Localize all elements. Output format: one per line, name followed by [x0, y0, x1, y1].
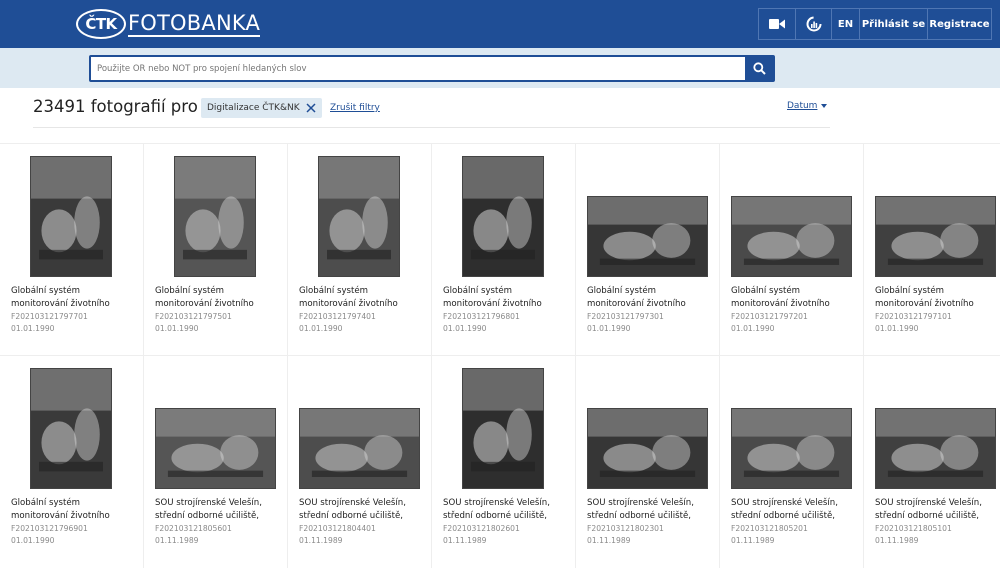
- photo-caption[interactable]: Globální systém monitorování životního: [587, 285, 715, 311]
- photo-thumbnail[interactable]: [174, 156, 256, 277]
- photo-date: 01.11.1989: [875, 536, 919, 545]
- photo-date: 01.01.1990: [11, 536, 55, 545]
- sort-label: Datum: [787, 101, 818, 111]
- photo-card[interactable]: Globální systém monitorování životního F2…: [720, 144, 864, 356]
- photo-card[interactable]: Globální systém monitorování životního F2…: [432, 144, 576, 356]
- photo-caption[interactable]: Globální systém monitorování životního: [11, 497, 139, 523]
- photo-caption[interactable]: Globální systém monitorování životního: [155, 285, 283, 311]
- photo-thumbnail[interactable]: [318, 156, 400, 277]
- photo-card[interactable]: Globální systém monitorování životního F2…: [864, 144, 1000, 356]
- photo-caption[interactable]: SOU strojírenské Velešín, střední odborn…: [587, 497, 715, 523]
- photo-id: F202103121805601: [155, 524, 232, 533]
- photo-caption[interactable]: Globální systém monitorování životního: [731, 285, 859, 311]
- photo-card[interactable]: SOU strojírenské Velešín, střední odborn…: [288, 356, 432, 568]
- photo-id: F202103121797401: [299, 312, 376, 321]
- search-input[interactable]: [91, 57, 745, 80]
- filter-chip-label: Digitalizace ČTK&NK: [207, 103, 300, 113]
- photo-caption[interactable]: SOU strojírenské Velešín, střední odborn…: [443, 497, 571, 523]
- photo-thumbnail[interactable]: [462, 156, 544, 277]
- photo-date: 01.11.1989: [155, 536, 199, 545]
- photo-card[interactable]: SOU strojírenské Velešín, střední odborn…: [576, 356, 720, 568]
- photo-id: F202103121805201: [731, 524, 808, 533]
- photo-card[interactable]: SOU strojírenské Velešín, střední odborn…: [144, 356, 288, 568]
- photo-id: F202103121802601: [443, 524, 520, 533]
- photo-thumbnail[interactable]: [30, 368, 112, 489]
- photo-id: F202103121802301: [587, 524, 664, 533]
- photo-caption[interactable]: SOU strojírenské Velešín, střední odborn…: [731, 497, 859, 523]
- photo-row: Globální systém monitorování životního F2…: [0, 355, 1000, 568]
- clear-filters-link[interactable]: Zrušit filtry: [330, 103, 380, 113]
- photo-card[interactable]: Globální systém monitorování životního F2…: [0, 144, 144, 356]
- search-box: [89, 55, 775, 82]
- top-navigation-bar: ČTK FOTOBANKA EN Přihlásit se Registrace: [0, 0, 1000, 48]
- photo-thumbnail[interactable]: [587, 408, 708, 489]
- search-button[interactable]: [745, 57, 773, 80]
- video-button[interactable]: [759, 9, 795, 39]
- caret-down-icon: [821, 104, 828, 108]
- photo-caption[interactable]: Globální systém monitorování životního: [299, 285, 427, 311]
- header-nav: EN Přihlásit se Registrace: [758, 8, 992, 40]
- login-link[interactable]: Přihlásit se: [859, 9, 927, 39]
- search-icon: [752, 62, 766, 75]
- photo-id: F202103121804401: [299, 524, 376, 533]
- photo-caption[interactable]: SOU strojírenské Velešín, střední odborn…: [875, 497, 1000, 523]
- photo-caption[interactable]: Globální systém monitorování životního: [11, 285, 139, 311]
- photo-date: 01.11.1989: [443, 536, 487, 545]
- photo-date: 01.11.1989: [299, 536, 343, 545]
- photo-thumbnail[interactable]: [875, 196, 996, 277]
- photo-date: 01.01.1990: [875, 324, 919, 333]
- photo-thumbnail[interactable]: [462, 368, 544, 489]
- photo-thumbnail[interactable]: [299, 408, 420, 489]
- photo-card[interactable]: Globální systém monitorování životního F2…: [144, 144, 288, 356]
- results-count-title: 23491 fotografií pro: [33, 97, 198, 116]
- ctk-fotobanka-logo[interactable]: ČTK FOTOBANKA: [76, 8, 261, 40]
- photo-date: 01.01.1990: [443, 324, 487, 333]
- photo-date: 01.11.1989: [587, 536, 631, 545]
- register-link[interactable]: Registrace: [927, 9, 991, 39]
- photo-card[interactable]: SOU strojírenské Velešín, střední odborn…: [864, 356, 1000, 568]
- photo-card[interactable]: Globální systém monitorování životního F2…: [576, 144, 720, 356]
- photo-thumbnail[interactable]: [731, 196, 852, 277]
- photo-caption[interactable]: SOU strojírenské Velešín, střední odborn…: [155, 497, 283, 523]
- photo-id: F202103121796901: [11, 524, 88, 533]
- photo-date: 01.01.1990: [299, 324, 343, 333]
- photo-date: 01.11.1989: [731, 536, 775, 545]
- photo-date: 01.01.1990: [11, 324, 55, 333]
- language-switch[interactable]: EN: [831, 9, 859, 39]
- photo-thumbnail[interactable]: [875, 408, 996, 489]
- results-divider: [33, 127, 830, 128]
- photo-id: F202103121805101: [875, 524, 952, 533]
- photo-caption[interactable]: SOU strojírenské Velešín, střední odborn…: [299, 497, 427, 523]
- photo-id: F202103121796801: [443, 312, 520, 321]
- photo-caption[interactable]: Globální systém monitorování životního: [443, 285, 571, 311]
- analytics-icon: [806, 16, 821, 32]
- photo-caption[interactable]: Globální systém monitorování životního: [875, 285, 1000, 311]
- photo-card[interactable]: SOU strojírenské Velešín, střední odborn…: [432, 356, 576, 568]
- photo-date: 01.01.1990: [155, 324, 199, 333]
- photo-thumbnail[interactable]: [30, 156, 112, 277]
- logo-text: FOTOBANKA: [128, 11, 261, 37]
- photo-id: F202103121797101: [875, 312, 952, 321]
- photo-card[interactable]: Globální systém monitorování životního F2…: [0, 356, 144, 568]
- filter-chip: Digitalizace ČTK&NK: [201, 98, 322, 118]
- logo-mark: ČTK: [76, 9, 126, 39]
- photo-card[interactable]: Globální systém monitorování životního F2…: [288, 144, 432, 356]
- video-camera-icon: [769, 19, 785, 29]
- sort-dropdown[interactable]: Datum: [787, 101, 828, 111]
- photo-id: F202103121797301: [587, 312, 664, 321]
- photo-date: 01.01.1990: [587, 324, 631, 333]
- remove-filter-icon[interactable]: [306, 103, 316, 113]
- photo-date: 01.01.1990: [731, 324, 775, 333]
- photo-row: Globální systém monitorování životního F2…: [0, 143, 1000, 356]
- photo-id: F202103121797201: [731, 312, 808, 321]
- photo-id: F202103121797701: [11, 312, 88, 321]
- photo-thumbnail[interactable]: [731, 408, 852, 489]
- photo-id: F202103121797501: [155, 312, 232, 321]
- photo-thumbnail[interactable]: [587, 196, 708, 277]
- photo-thumbnail[interactable]: [155, 408, 276, 489]
- analytics-button[interactable]: [795, 9, 831, 39]
- photo-card[interactable]: SOU strojírenské Velešín, střední odborn…: [720, 356, 864, 568]
